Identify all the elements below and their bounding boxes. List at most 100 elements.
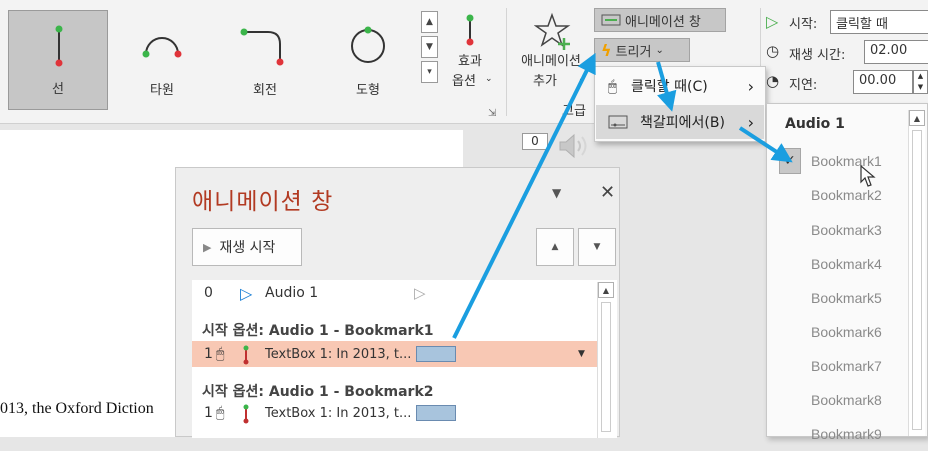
animation-pane-button[interactable]: 애니메이션 창 bbox=[594, 8, 726, 32]
chevron-down-icon: ⌄ bbox=[655, 44, 664, 56]
gallery-item-turn[interactable]: 회전 bbox=[215, 10, 315, 110]
list-scrollbar[interactable]: ▲ bbox=[597, 282, 614, 438]
gallery-expand[interactable]: ▾ bbox=[421, 61, 438, 83]
mouse-icon: 🖱 bbox=[216, 346, 225, 362]
scroll-thumb[interactable] bbox=[912, 130, 922, 430]
delay-clock-icon: ◔ bbox=[766, 72, 780, 90]
add-animation-label-1: 애니메이션 bbox=[521, 54, 581, 69]
row-dropdown-icon[interactable]: ▼ bbox=[578, 349, 585, 359]
timing-bar[interactable] bbox=[416, 405, 456, 421]
start-label: 시작: bbox=[789, 17, 818, 32]
row1-number: 1 bbox=[204, 346, 213, 362]
line-path-small-icon bbox=[243, 404, 249, 424]
play-from-label: 재생 시작 bbox=[219, 240, 276, 256]
speaker-icon[interactable] bbox=[556, 132, 592, 160]
bookmark-menu: Audio 1 ✓ Bookmark1 Bookmark2 Bookmark3 … bbox=[766, 103, 928, 442]
on-click-label: 클릭할 때(C) bbox=[631, 79, 708, 95]
duration-label: 재생 시간: bbox=[789, 48, 846, 63]
bookmark-media-icon bbox=[608, 115, 628, 129]
effect-options-label-2: 옵션 bbox=[452, 74, 476, 89]
chevron-right-icon: › bbox=[747, 76, 754, 96]
row1-text: TextBox 1: In 2013, t... bbox=[265, 346, 412, 362]
effect-options-icon bbox=[466, 14, 474, 46]
animation-list: 0 ▷ Audio 1 ▷ 시작 옵션: Audio 1 - Bookmark1… bbox=[192, 280, 617, 438]
row2-number: 1 bbox=[204, 405, 213, 421]
trigger-header-1: 시작 옵션: Audio 1 - Bookmark1 bbox=[202, 323, 434, 339]
pane-menu-icon[interactable]: ▼ bbox=[552, 186, 561, 200]
chevron-down-icon: ⌄ bbox=[578, 74, 586, 84]
add-animation-label-2: 추가 bbox=[533, 74, 557, 89]
line-path-small-icon bbox=[243, 345, 249, 365]
line-path-icon bbox=[55, 25, 63, 67]
animation-pane: 애니메이션 창 ▼ ✕ ▶ 재생 시작 ▲ ▼ 0 ▷ Audio 1 ▷ 시작… bbox=[175, 167, 620, 438]
bookmark-scrollbar[interactable]: ▲ bbox=[908, 110, 925, 436]
star-plus-icon bbox=[534, 12, 571, 50]
move-down-button[interactable]: ▼ bbox=[578, 228, 616, 266]
play-icon: ▶ bbox=[203, 240, 212, 254]
row2-text: TextBox 1: In 2013, t... bbox=[265, 405, 412, 421]
delay-input[interactable]: 00.00 bbox=[853, 70, 913, 94]
effect-options-button[interactable]: 효과 옵션 ⌄ bbox=[442, 8, 498, 118]
scroll-thumb[interactable] bbox=[601, 302, 611, 432]
close-icon[interactable]: ✕ bbox=[600, 182, 615, 203]
trigger-button[interactable]: ϟ 트리거 ⌄ bbox=[594, 38, 690, 62]
gallery-item-line[interactable]: 선 bbox=[8, 10, 108, 110]
gallery-scroll-down[interactable]: ▼ bbox=[421, 36, 438, 58]
chevron-right-icon: › bbox=[747, 112, 754, 132]
lightning-icon: ϟ bbox=[601, 40, 612, 60]
timing-bar[interactable] bbox=[416, 346, 456, 362]
animation-pane-icon bbox=[601, 14, 621, 26]
trigger-label: 트리거 bbox=[615, 44, 652, 60]
audio-index: 0 bbox=[204, 285, 213, 301]
list-item-audio[interactable]: 0 ▷ Audio 1 ▷ bbox=[192, 280, 597, 306]
gallery-item-arc[interactable]: 타원 bbox=[112, 10, 212, 110]
audio-tag-counter: 0 bbox=[522, 133, 548, 150]
mouse-pointer-icon bbox=[860, 164, 876, 187]
list-item[interactable]: 1 🖱 TextBox 1: In 2013, t... bbox=[192, 400, 597, 426]
delay-spinner[interactable]: ▲ ▼ bbox=[913, 70, 928, 94]
gallery-item-shape[interactable]: 도형 bbox=[318, 10, 418, 110]
animation-pane-label: 애니메이션 창 bbox=[625, 14, 701, 30]
start-select[interactable]: 클릭할 때 bbox=[830, 10, 928, 34]
clock-icon: ◷ bbox=[766, 42, 780, 60]
menu-item-on-click[interactable]: 🖱 클릭할 때(C) › bbox=[596, 69, 764, 103]
menu-item-on-bookmark[interactable]: 책갈피에서(B) › bbox=[596, 105, 764, 139]
bookmark-item[interactable]: Bookmark7 bbox=[811, 349, 882, 383]
ribbon-separator bbox=[506, 8, 507, 116]
chevron-down-icon: ⌄ bbox=[485, 74, 493, 84]
slide-body-text: 013, the Oxford Diction bbox=[0, 400, 154, 417]
gallery-label-turn: 회전 bbox=[253, 83, 277, 98]
bookmark-item[interactable]: Bookmark3 bbox=[811, 213, 882, 247]
trigger-header-2: 시작 옵션: Audio 1 - Bookmark2 bbox=[202, 384, 434, 400]
move-up-button[interactable]: ▲ bbox=[536, 228, 574, 266]
gallery-label-shape: 도형 bbox=[356, 83, 380, 98]
scroll-up-arrow[interactable]: ▲ bbox=[909, 110, 925, 126]
gallery-label-arc: 타원 bbox=[150, 83, 174, 98]
audio-name: Audio 1 bbox=[265, 285, 319, 301]
play-from-button[interactable]: ▶ 재생 시작 bbox=[192, 228, 302, 266]
play-triangle-icon: ▷ bbox=[766, 12, 779, 31]
trigger-menu: 🖱 클릭할 때(C) › 책갈피에서(B) › bbox=[594, 66, 766, 142]
scroll-up-arrow[interactable]: ▲ bbox=[598, 282, 614, 298]
dialog-launcher-icon[interactable]: ⇲ bbox=[488, 108, 496, 119]
arc-path-icon bbox=[142, 37, 182, 58]
circle-path-icon bbox=[351, 26, 385, 63]
play-triangle-icon: ▷ bbox=[240, 283, 253, 303]
list-item-selected[interactable]: 1 🖱 TextBox 1: In 2013, t... ▼ bbox=[192, 341, 597, 367]
on-bookmark-label: 책갈피에서(B) bbox=[640, 115, 725, 131]
pane-title: 애니메이션 창 bbox=[192, 189, 334, 215]
gallery-label-line: 선 bbox=[52, 82, 64, 97]
gallery-scroll-up[interactable]: ▲ bbox=[421, 11, 438, 33]
mouse-icon: 🖱 bbox=[216, 405, 225, 421]
bookmark-item[interactable]: Bookmark4 bbox=[811, 247, 882, 281]
mouse-icon: 🖱 bbox=[608, 77, 618, 95]
audio-play-icon[interactable]: ▷ bbox=[414, 284, 426, 302]
duration-input[interactable]: 02.00 bbox=[864, 40, 928, 64]
effect-options-label-1: 효과 bbox=[458, 54, 482, 69]
bookmark-item[interactable]: Bookmark9 bbox=[811, 417, 882, 451]
bookmark-item[interactable]: Bookmark8 bbox=[811, 383, 882, 417]
bookmark-item[interactable]: Bookmark5 bbox=[811, 281, 882, 315]
bookmark-item[interactable]: Bookmark6 bbox=[811, 315, 882, 349]
check-icon: ✓ bbox=[779, 148, 801, 174]
turn-path-icon bbox=[240, 28, 284, 66]
